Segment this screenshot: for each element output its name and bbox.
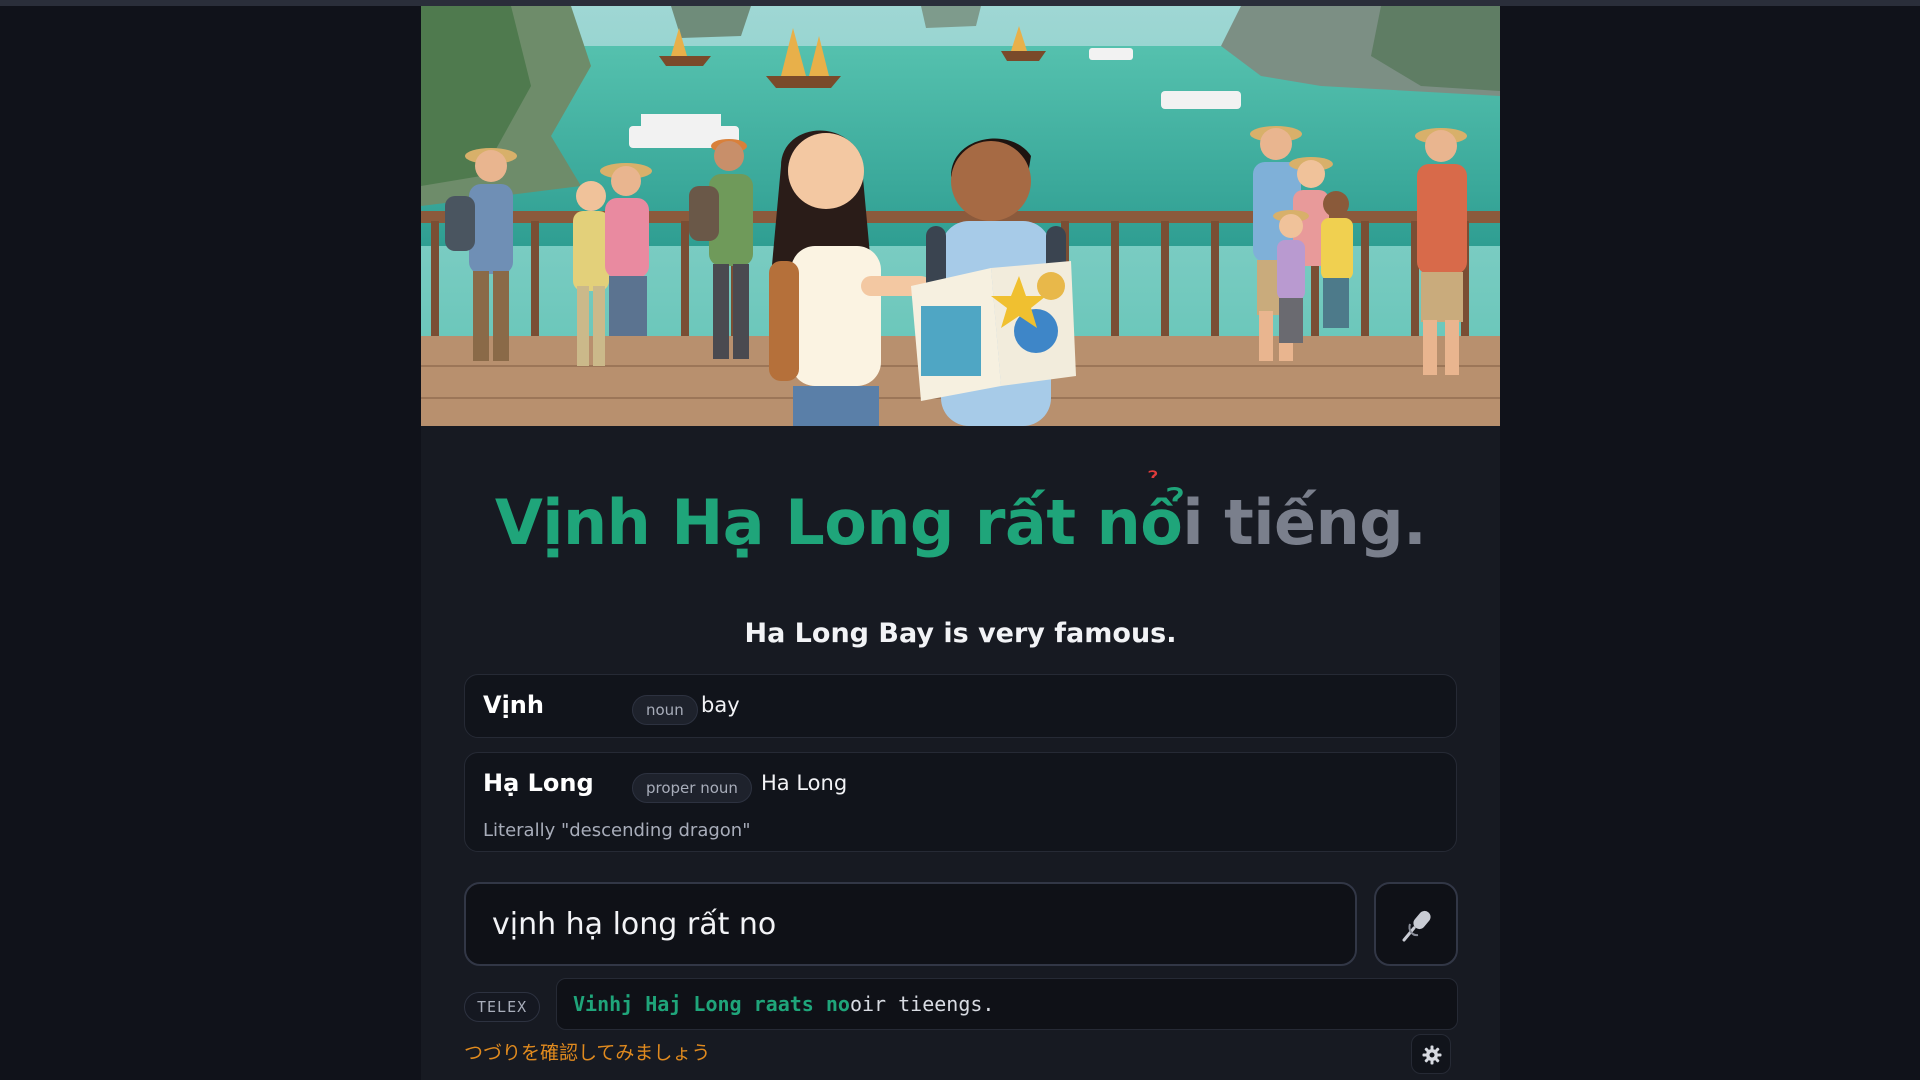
translation: Ha Long Bay is very famous. [744,618,1177,649]
microphone-icon [1402,910,1431,942]
answer-input-box[interactable] [464,882,1357,966]
glossary-item[interactable]: Vịnh noun bay [464,674,1457,738]
sentence-completed: Vịnh Hạ Long rất n [494,486,1141,559]
hint-message: つづりを確認してみましょう [464,1042,711,1064]
gear-icon [1422,1045,1442,1065]
microphone-button[interactable] [1374,882,1458,966]
sentence-remaining: i tiếng. [1182,486,1427,559]
sentence-current-letter: ổ̉ [1140,468,1183,559]
part-of-speech-badge: proper noun [632,773,752,803]
settings-button[interactable] [1411,1034,1451,1074]
lesson-illustration [421,6,1500,426]
glossary-meaning: Ha Long [761,771,848,795]
glossary-note: Literally "descending dragon" [483,820,751,841]
telex-guide: Vinhj Haj Long raats nooir tieengs. [556,978,1458,1030]
telex-remaining: oir tieengs. [849,992,995,1016]
glossary-word: Hạ Long [483,769,594,797]
target-sentence: Vịnh Hạ Long rất nổ̉i tiếng. [421,468,1500,559]
glossary-item[interactable]: Hạ Long proper noun Ha Long Literally "d… [464,752,1457,852]
part-of-speech-badge: noun [632,695,698,725]
lesson-card: Vịnh Hạ Long rất nổ̉i tiếng. Ha Long Bay… [421,6,1500,1080]
telex-typed: Vinhj Haj Long raats no [573,992,850,1016]
answer-input[interactable] [492,884,1332,964]
glossary-meaning: bay [701,693,740,717]
telex-badge: TELEX [464,992,541,1022]
glossary-word: Vịnh [483,691,544,719]
